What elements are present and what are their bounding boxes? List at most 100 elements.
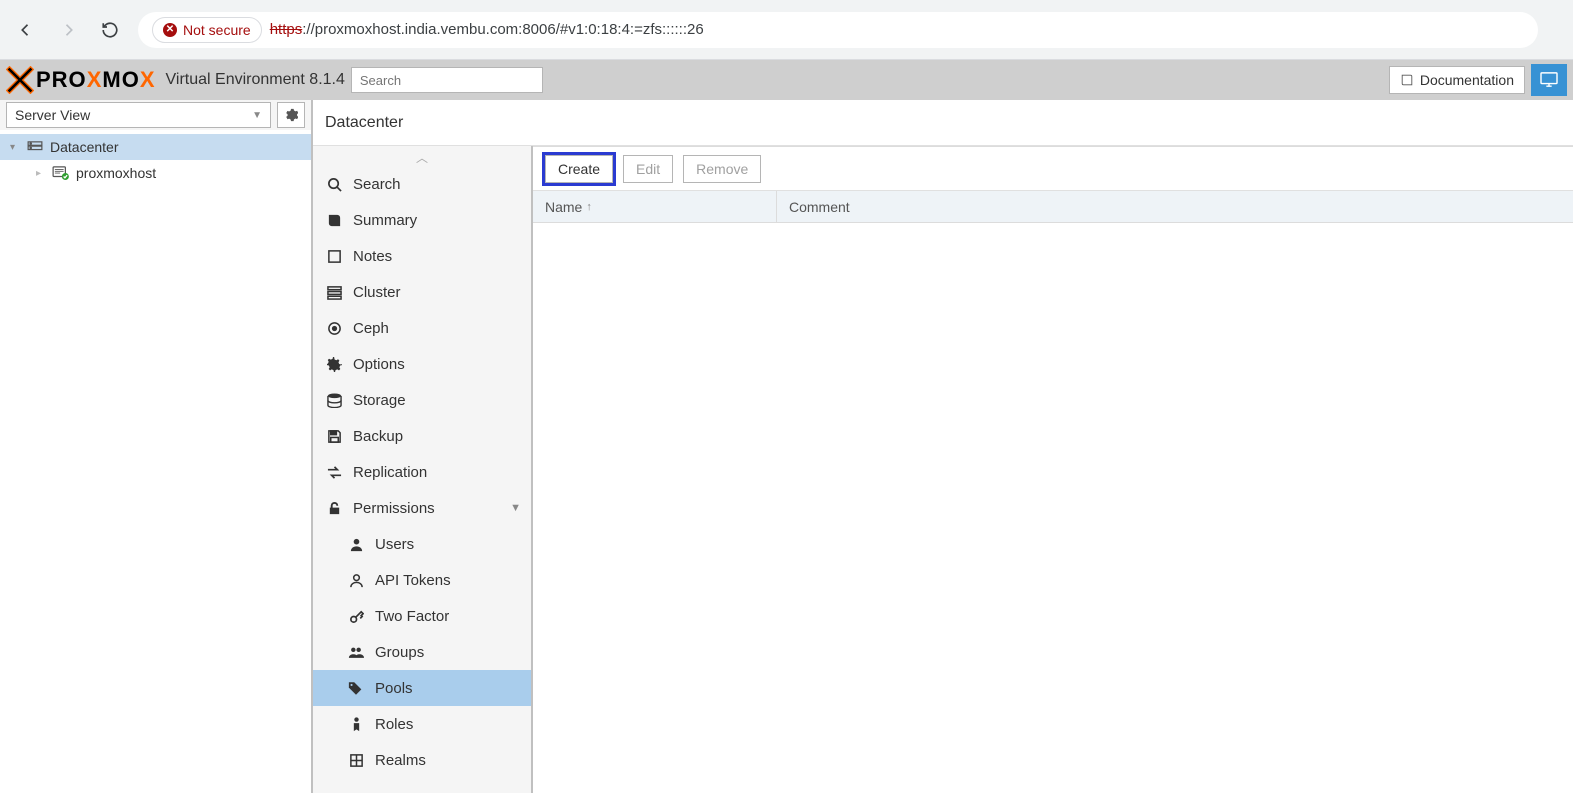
config-nav: ︿ Search Summary Notes Cluster xyxy=(313,146,533,793)
logo-x-icon xyxy=(6,66,34,94)
documentation-button[interactable]: Documentation xyxy=(1389,66,1525,94)
nav-permissions[interactable]: Permissions ▼ xyxy=(313,490,531,526)
view-selector-label: Server View xyxy=(15,107,90,123)
column-label: Comment xyxy=(789,199,850,215)
cluster-icon xyxy=(325,285,343,300)
chevron-down-icon: ▼ xyxy=(510,502,521,514)
nav-item-label: Storage xyxy=(353,392,406,409)
nav-item-label: Roles xyxy=(375,716,413,733)
nav-summary[interactable]: Summary xyxy=(313,202,531,238)
book-icon xyxy=(325,213,343,228)
nav-collapse-up[interactable]: ︿ xyxy=(313,148,531,166)
create-button[interactable]: Create xyxy=(545,155,613,183)
nav-cluster[interactable]: Cluster xyxy=(313,274,531,310)
datacenter-icon xyxy=(26,141,44,153)
column-label: Name xyxy=(545,199,582,215)
gear-icon xyxy=(284,108,298,122)
nav-item-label: Groups xyxy=(375,644,424,661)
nav-search[interactable]: Search xyxy=(313,166,531,202)
nav-item-label: Permissions xyxy=(353,500,435,517)
grid-header: Name ↑ Comment xyxy=(533,191,1573,223)
nav-item-label: Realms xyxy=(375,752,426,769)
app-logo[interactable]: PROXMOX xyxy=(6,66,156,94)
role-icon xyxy=(347,716,365,732)
product-version: Virtual Environment 8.1.4 xyxy=(166,71,345,89)
tree-item-label: proxmoxhost xyxy=(76,165,156,181)
documentation-label: Documentation xyxy=(1420,72,1514,88)
nav-backup[interactable]: Backup xyxy=(313,418,531,454)
nav-replication[interactable]: Replication xyxy=(313,454,531,490)
nav-ceph[interactable]: Ceph xyxy=(313,310,531,346)
nav-item-label: Pools xyxy=(375,680,413,697)
chevron-down-icon: ▼ xyxy=(252,110,262,121)
browser-reload-button[interactable] xyxy=(96,16,124,44)
tree-settings-button[interactable] xyxy=(277,102,305,128)
gear-icon xyxy=(325,357,343,372)
save-icon xyxy=(325,429,343,444)
tree-node-proxmoxhost[interactable]: ▸ proxmoxhost xyxy=(0,160,311,186)
breadcrumb: Datacenter xyxy=(313,100,1573,146)
nav-pools[interactable]: Pools xyxy=(313,670,531,706)
column-header-comment[interactable]: Comment xyxy=(777,191,1573,222)
browser-address-bar[interactable]: ✕ Not secure https://proxmoxhost.india.v… xyxy=(138,12,1538,48)
header-search-input[interactable] xyxy=(351,67,543,93)
ceph-icon xyxy=(325,321,343,336)
nav-roles[interactable]: Roles xyxy=(313,706,531,742)
nav-item-label: Options xyxy=(353,356,405,373)
nav-item-label: Notes xyxy=(353,248,392,265)
nav-notes[interactable]: Notes xyxy=(313,238,531,274)
browser-forward-button[interactable] xyxy=(54,16,82,44)
book-icon xyxy=(1400,73,1414,87)
tree-datacenter[interactable]: ▾ Datacenter xyxy=(0,134,311,160)
console-button[interactable] xyxy=(1531,64,1567,96)
panel-toolbar: Create Edit Remove xyxy=(533,147,1573,191)
expand-icon: ▾ xyxy=(10,142,20,153)
nav-item-label: Two Factor xyxy=(375,608,449,625)
nav-api-tokens[interactable]: API Tokens xyxy=(313,562,531,598)
nav-realms[interactable]: Realms xyxy=(313,742,531,778)
token-icon xyxy=(347,573,365,588)
groups-icon xyxy=(347,645,365,660)
logo-text: PROXMOX xyxy=(36,67,156,93)
nav-item-label: Ceph xyxy=(353,320,389,337)
server-online-icon xyxy=(52,166,70,180)
sort-ascending-icon: ↑ xyxy=(586,201,592,213)
storage-icon xyxy=(325,393,343,408)
nav-item-label: Backup xyxy=(353,428,403,445)
column-header-name[interactable]: Name ↑ xyxy=(533,191,777,222)
nav-item-label: Cluster xyxy=(353,284,401,301)
pools-panel: Create Edit Remove Name ↑ Comment xyxy=(533,146,1573,793)
key-icon xyxy=(347,609,365,624)
remove-button[interactable]: Remove xyxy=(683,155,761,183)
app-header: PROXMOX Virtual Environment 8.1.4 Docume… xyxy=(0,60,1573,100)
not-secure-badge[interactable]: ✕ Not secure xyxy=(152,17,262,43)
notes-icon xyxy=(325,249,343,264)
expand-icon: ▸ xyxy=(36,168,46,179)
search-icon xyxy=(325,177,343,192)
browser-url: https://proxmoxhost.india.vembu.com:8006… xyxy=(270,21,704,38)
nav-groups[interactable]: Groups xyxy=(313,634,531,670)
nav-item-label: Users xyxy=(375,536,414,553)
browser-back-button[interactable] xyxy=(12,16,40,44)
nav-storage[interactable]: Storage xyxy=(313,382,531,418)
breadcrumb-text: Datacenter xyxy=(325,114,403,132)
nav-item-label: Replication xyxy=(353,464,427,481)
user-icon xyxy=(347,537,365,552)
view-selector[interactable]: Server View ▼ xyxy=(6,102,271,128)
edit-button[interactable]: Edit xyxy=(623,155,673,183)
nav-options[interactable]: Options xyxy=(313,346,531,382)
nav-item-label: API Tokens xyxy=(375,572,451,589)
chevron-up-icon: ︿ xyxy=(416,149,428,166)
nav-users[interactable]: Users xyxy=(313,526,531,562)
realms-icon xyxy=(347,753,365,768)
not-secure-label: Not secure xyxy=(183,22,251,38)
browser-chrome: ✕ Not secure https://proxmoxhost.india.v… xyxy=(0,0,1573,60)
lock-open-icon xyxy=(325,501,343,516)
tags-icon xyxy=(347,681,365,696)
replication-icon xyxy=(325,465,343,480)
tree-item-label: Datacenter xyxy=(50,139,118,155)
nav-item-label: Summary xyxy=(353,212,417,229)
nav-two-factor[interactable]: Two Factor xyxy=(313,598,531,634)
server-tree-panel: Server View ▼ ▾ Datacenter ▸ xyxy=(0,100,313,793)
nav-item-label: Search xyxy=(353,176,401,193)
